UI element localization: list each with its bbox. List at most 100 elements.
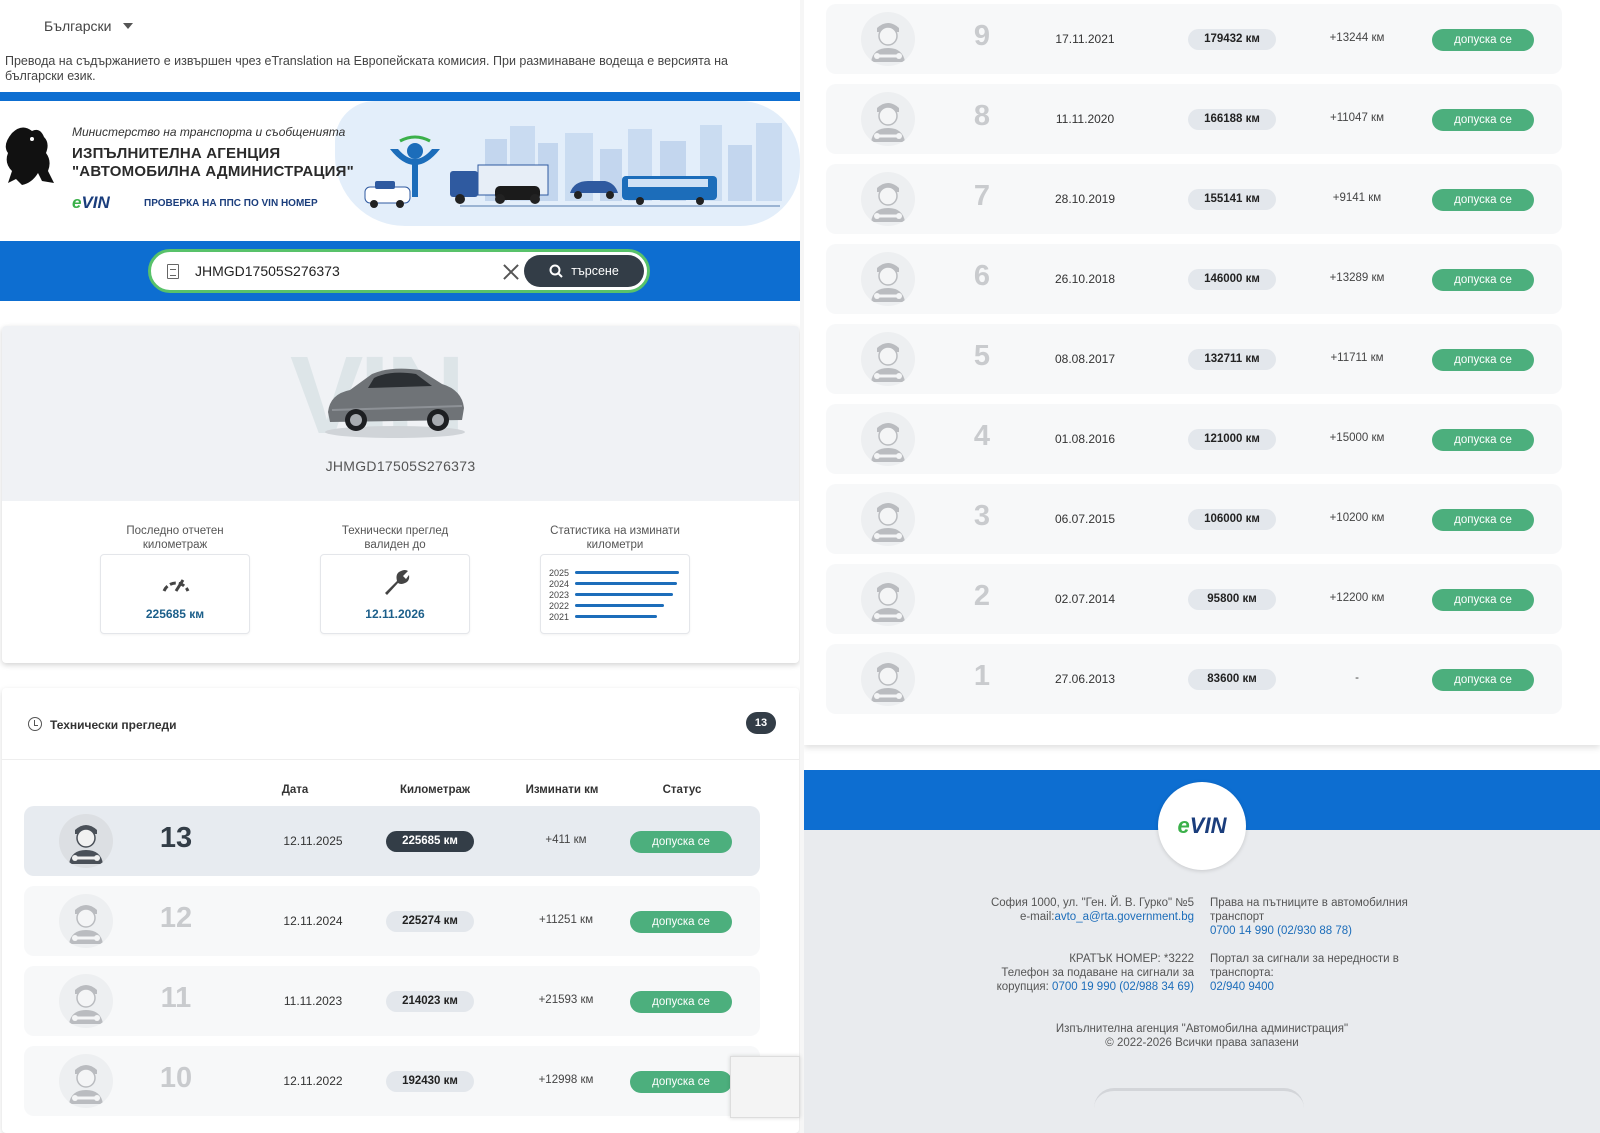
inspection-row[interactable]: 12 12.11.2024 225274 км +11251 км допуска се — [24, 886, 760, 956]
column-header-distance: Изминати км — [525, 784, 599, 796]
footer-email-row: e-mail:avto_a@rta.government.bg — [804, 910, 1194, 924]
inspection-status-badge[interactable]: допуска се — [1432, 429, 1534, 451]
inspection-status-badge[interactable]: допуска се — [630, 1071, 732, 1093]
inspection-odometer: 83600 км — [1188, 669, 1276, 690]
inspection-row[interactable]: 5 08.08.2017 132711 км +11711 км допуска се — [826, 324, 1562, 394]
inspection-odometer: 225274 км — [386, 911, 474, 932]
inspection-row[interactable]: 8 11.11.2020 166188 км +11047 км допуска се — [826, 84, 1562, 154]
inspection-date: 11.11.2020 — [1055, 112, 1115, 126]
mini-chart-bar — [575, 571, 679, 574]
vehicles-illustration — [364, 123, 782, 208]
mechanic-avatar-icon — [59, 1054, 113, 1108]
footer-tab-handle[interactable] — [1094, 1088, 1304, 1118]
footer-portal: Портал за сигнали за нередности в трансп… — [1210, 952, 1450, 994]
avatar — [861, 252, 915, 306]
footer-email-link[interactable]: avto_a@rta.government.bg — [1054, 911, 1194, 923]
inspection-status-badge[interactable]: допуска се — [1432, 509, 1534, 531]
vin-search-input[interactable] — [195, 263, 495, 279]
wrench-icon — [385, 570, 410, 595]
vin-check-caption: ПРОВЕРКА НА ППС ПО VIN НОМЕР — [144, 198, 318, 209]
inspection-status-badge[interactable]: допуска се — [1432, 189, 1534, 211]
mechanic-avatar-icon — [861, 412, 915, 466]
speedometer-icon — [162, 579, 190, 592]
inspection-status-badge[interactable]: допуска се — [1432, 269, 1534, 291]
inspection-status-badge[interactable]: допуска се — [630, 991, 732, 1013]
passenger-rights-phone[interactable]: 0700 14 990 (02/930 88 78) — [1210, 925, 1352, 937]
inspection-odometer: 95800 км — [1188, 589, 1276, 610]
inspection-odometer: 155141 км — [1188, 189, 1276, 210]
search-button[interactable]: търсене — [524, 255, 644, 287]
footer-evin-logo: e VIN — [1158, 782, 1246, 870]
avatar — [861, 652, 915, 706]
inspection-row[interactable]: 1 27.06.2013 83600 км - допуска се — [826, 644, 1562, 714]
inspection-status-badge[interactable]: допуска се — [1432, 109, 1534, 131]
inspection-odometer: 179432 км — [1188, 29, 1276, 50]
mini-chart-bar — [575, 593, 673, 596]
inspection-row[interactable]: 13 12.11.2025 225685 км +411 км допуска се — [24, 806, 760, 876]
inspection-row[interactable]: 9 17.11.2021 179432 км +13244 км допуска се — [826, 4, 1562, 74]
passenger-rights-line1: Права на пътниците в автомобилния — [1210, 897, 1408, 909]
inspection-row[interactable]: 7 28.10.2019 155141 км +9141 км допуска се — [826, 164, 1562, 234]
inspection-status-badge[interactable]: допуска се — [1432, 29, 1534, 51]
inspection-row[interactable]: 3 06.07.2015 106000 км +10200 км допуска се — [826, 484, 1562, 554]
inspection-row[interactable]: 6 26.10.2018 146000 км +13289 км допуска се — [826, 244, 1562, 314]
mileage-mini-chart-box[interactable]: 2025 2024 2023 2022 2021 — [540, 554, 690, 634]
inspection-number: 9 — [973, 20, 991, 52]
inspection-odometer: 121000 км — [1188, 429, 1276, 450]
inspection-distance: +11047 км — [1330, 112, 1384, 124]
recaptcha-badge[interactable] — [730, 1056, 800, 1118]
inspection-date: 01.08.2016 — [1054, 432, 1116, 446]
mini-chart-year: 2021 — [549, 611, 570, 622]
inspection-row[interactable]: 2 02.07.2014 95800 км +12200 км допуска се — [826, 564, 1562, 634]
corruption-line2-row: корупция: 0700 19 990 (02/988 34 69) — [804, 980, 1194, 994]
inspection-number: 13 — [159, 822, 193, 854]
inspection-status-badge[interactable]: допуска се — [1432, 669, 1534, 691]
corruption-line2: корупция: — [996, 981, 1049, 993]
site-header-banner: Министерство на транспорта и съобщенията… — [0, 101, 800, 241]
inspection-row[interactable]: 10 12.11.2022 192430 км +12998 км допуска се — [24, 1046, 760, 1116]
inspection-odometer: 132711 км — [1188, 349, 1276, 370]
odometer-stat: Последно отчетен километраж 225685 км — [100, 524, 250, 634]
inspections-title: Технически прегледи — [50, 718, 177, 732]
inspection-status-badge[interactable]: допуска се — [1432, 589, 1534, 611]
inspections-card-continued: 9 17.11.2021 179432 км +13244 км допуска се 8… — [804, 0, 1600, 745]
top-blue-bar — [0, 92, 800, 101]
mini-chart-year: 2025 — [549, 567, 570, 578]
inspection-number: 7 — [973, 180, 991, 212]
mechanic-avatar-icon — [861, 92, 915, 146]
mileage-stats[interactable]: Статистика на изминати километри 2025 202… — [540, 524, 690, 634]
inspection-date: 12.11.2022 — [283, 1074, 343, 1088]
corruption-phone[interactable]: 0700 19 990 (02/988 34 69) — [1052, 981, 1194, 993]
mechanic-avatar-icon — [59, 814, 113, 868]
inspection-distance: +411 км — [545, 834, 587, 846]
inspection-status-badge[interactable]: допуска се — [630, 911, 732, 933]
mini-chart-row: 2021 — [549, 611, 683, 622]
avatar — [861, 492, 915, 546]
footer-address: София 1000, ул. "Ген. Й. В. Гурко" №5 — [990, 897, 1194, 909]
vehicle-summary: VIN JHMGD17505S276373 — [2, 326, 799, 501]
inspection-row[interactable]: 11 11.11.2023 214023 км +21593 км допуска се — [24, 966, 760, 1036]
vehicle-card: VIN JHMGD17505S276373 Последно отчетен к… — [2, 326, 799, 663]
inspection-number: 2 — [973, 580, 991, 612]
inspection-number: 11 — [160, 982, 192, 1014]
inspection-row[interactable]: 4 01.08.2016 121000 км +15000 км допуска се — [826, 404, 1562, 474]
language-selector[interactable]: Български — [44, 18, 134, 34]
inspection-label: Технически преглед валиден до — [341, 525, 449, 551]
mechanic-avatar-icon — [861, 12, 915, 66]
inspection-status-badge[interactable]: допуска се — [1432, 349, 1534, 371]
avatar — [861, 12, 915, 66]
inspection-status-badge[interactable]: допуска се — [630, 831, 732, 853]
inspection-number: 12 — [159, 902, 193, 934]
portal-phone[interactable]: 02/940 9400 — [1210, 981, 1274, 993]
footer-contacts: София 1000, ул. "Ген. Й. В. Гурко" №5 e-… — [804, 896, 1194, 924]
mechanic-avatar-icon — [861, 652, 915, 706]
close-icon[interactable] — [501, 262, 521, 282]
mini-chart-row: 2023 — [549, 589, 683, 600]
odometer-value: 225685 км — [145, 607, 205, 621]
inspection-stat: Технически преглед валиден до 12.11.2026 — [320, 524, 470, 634]
mini-chart-row: 2024 — [549, 578, 683, 589]
inspection-date: 02.07.2014 — [1054, 592, 1116, 606]
column-header-status: Статус — [662, 784, 702, 796]
avatar — [861, 412, 915, 466]
inspection-odometer: 225685 км — [386, 831, 474, 852]
